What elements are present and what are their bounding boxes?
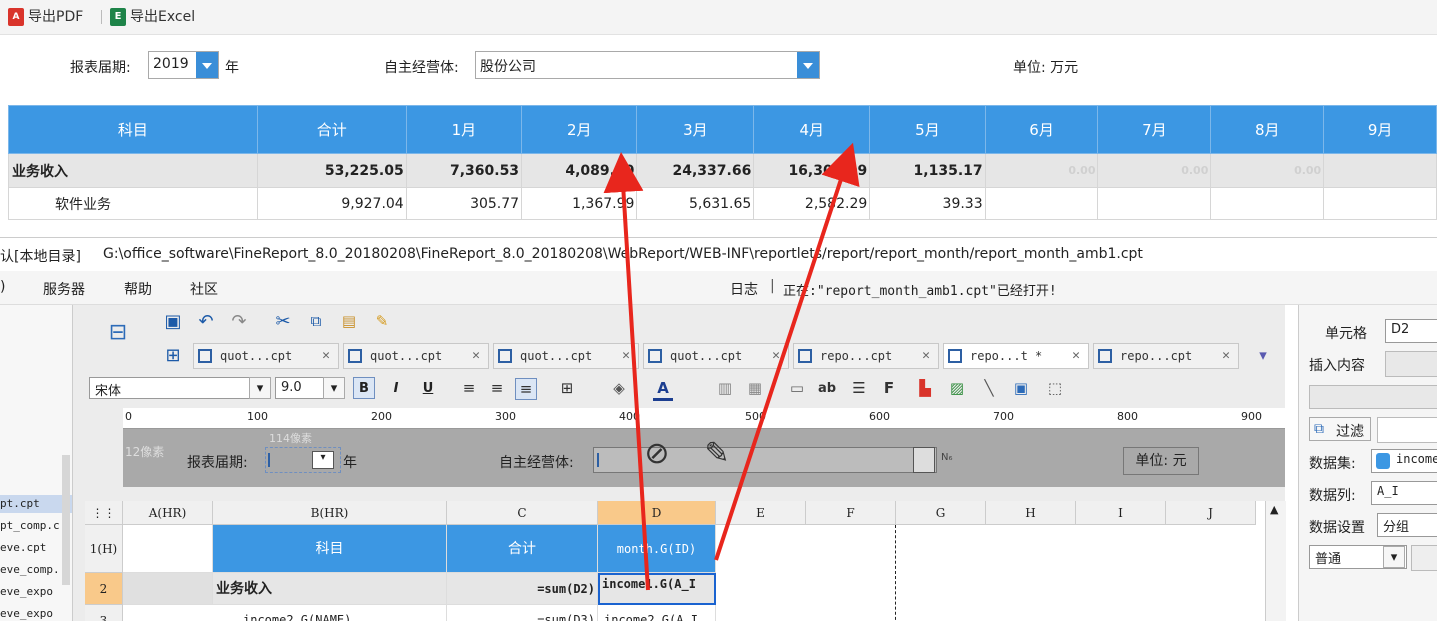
red-arrow-icon bbox=[603, 152, 650, 591]
annotation-arrows bbox=[603, 142, 860, 591]
red-arrow-icon bbox=[714, 142, 860, 561]
